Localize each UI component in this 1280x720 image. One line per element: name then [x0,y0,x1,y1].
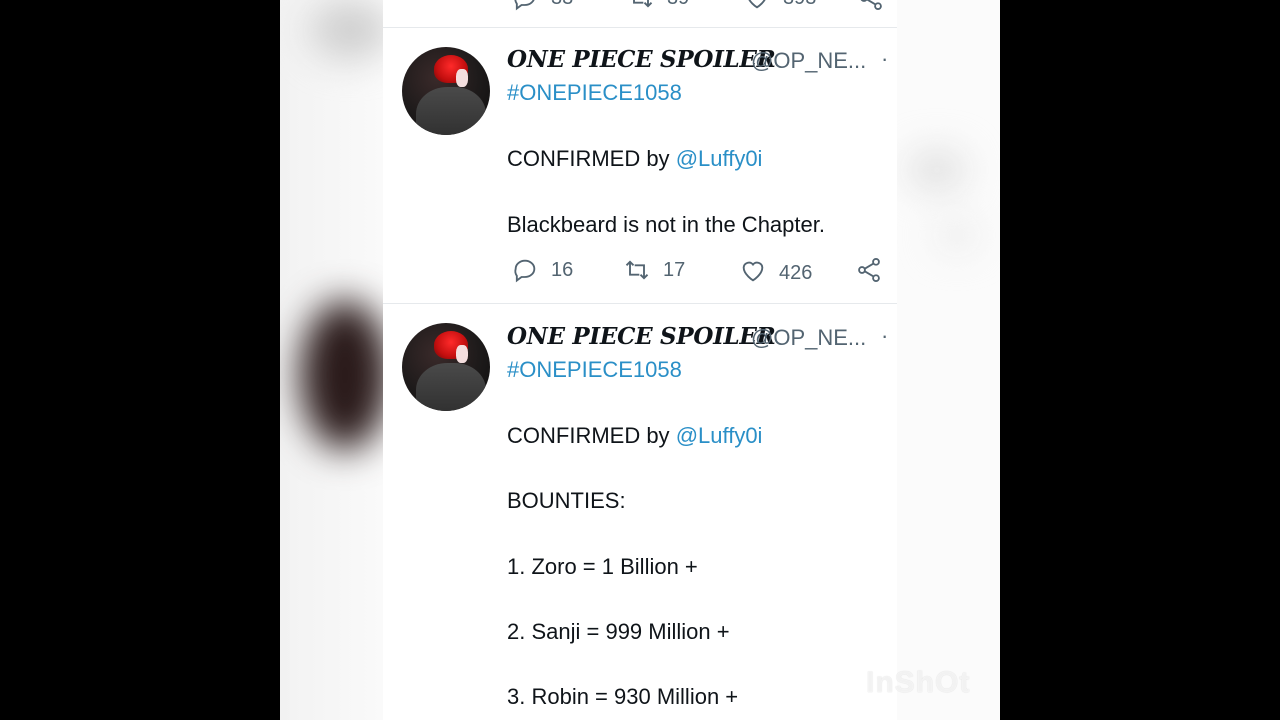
confirmed-line: CONFIRMED by @Luffy0i [507,146,762,172]
retweet-icon [625,260,649,280]
hashtag-link[interactable]: #ONEPIECE1058 [507,357,682,383]
reply-count: 33 [551,0,573,10]
heart-icon [742,261,764,281]
retweet-count: 39 [667,0,689,10]
blurred-background-right [897,0,1000,720]
share-action[interactable] [855,256,883,284]
share-icon [858,257,880,283]
reply-count: 16 [551,258,574,281]
display-name[interactable]: ONE PIECE SPOILER [507,46,776,73]
like-count: 426 [779,262,813,284]
bounty-item: 3. Robin = 930 Million + [507,684,739,709]
bounty-item: 2. Sanji = 999 Million + [507,619,730,644]
bounty-item: 1. Zoro = 1 Billion + [507,554,698,579]
tweet-feed[interactable]: 33 39 393 ONE PIECE SPOILER @OP_NE... · [383,0,897,720]
right-letterbox [1000,0,1280,720]
reply-action[interactable]: 33 [511,0,573,12]
separator-dot: · [881,46,889,71]
retweet-action[interactable]: 17 [623,256,685,284]
tweet[interactable]: ONE PIECE SPOILER @OP_NE... · #ONEPIECE1… [383,46,897,302]
avatar[interactable] [402,47,490,135]
inshot-watermark: InShOt [866,666,971,699]
hashtag-link[interactable]: #ONEPIECE1058 [507,80,682,106]
blurred-background-left [280,0,390,720]
user-handle[interactable]: @OP_NE... [751,48,866,74]
mention-link[interactable]: @Luffy0i [676,146,763,171]
reply-action[interactable]: 16 [511,256,573,284]
tweet-divider [383,27,897,28]
tweet[interactable]: ONE PIECE SPOILER @OP_NE... · #ONEPIECE1… [383,323,897,720]
confirmed-line: CONFIRMED by @Luffy0i [507,423,762,449]
tweet-body: Blackbeard is not in the Chapter. [507,212,825,237]
previous-tweet-actions: 33 39 393 [383,0,897,14]
avatar[interactable] [402,323,490,411]
separator-dot: · [881,323,889,348]
share-icon [860,0,882,11]
heart-icon [748,0,766,9]
display-name[interactable]: ONE PIECE SPOILER [507,323,776,350]
user-handle[interactable]: @OP_NE... [751,325,866,351]
retweet-count: 17 [663,258,686,281]
mention-link[interactable]: @Luffy0i [676,423,763,448]
share-action[interactable] [857,0,885,12]
reply-icon [514,259,536,283]
reply-icon [514,0,535,11]
confirmed-prefix: CONFIRMED by [507,146,676,171]
bounties-heading: BOUNTIES: [507,488,626,513]
like-action[interactable]: 426 [739,256,812,285]
like-action[interactable]: 393 [743,0,816,12]
tweet-actions: 16 17 426 [383,256,897,292]
video-frame: 33 39 393 ONE PIECE SPOILER @OP_NE... · [280,0,1000,720]
like-count: 393 [783,0,816,10]
confirmed-prefix: CONFIRMED by [507,423,676,448]
left-letterbox [0,0,280,720]
retweet-action[interactable]: 39 [627,0,689,12]
tweet-divider [383,303,897,304]
retweet-icon [633,0,653,8]
